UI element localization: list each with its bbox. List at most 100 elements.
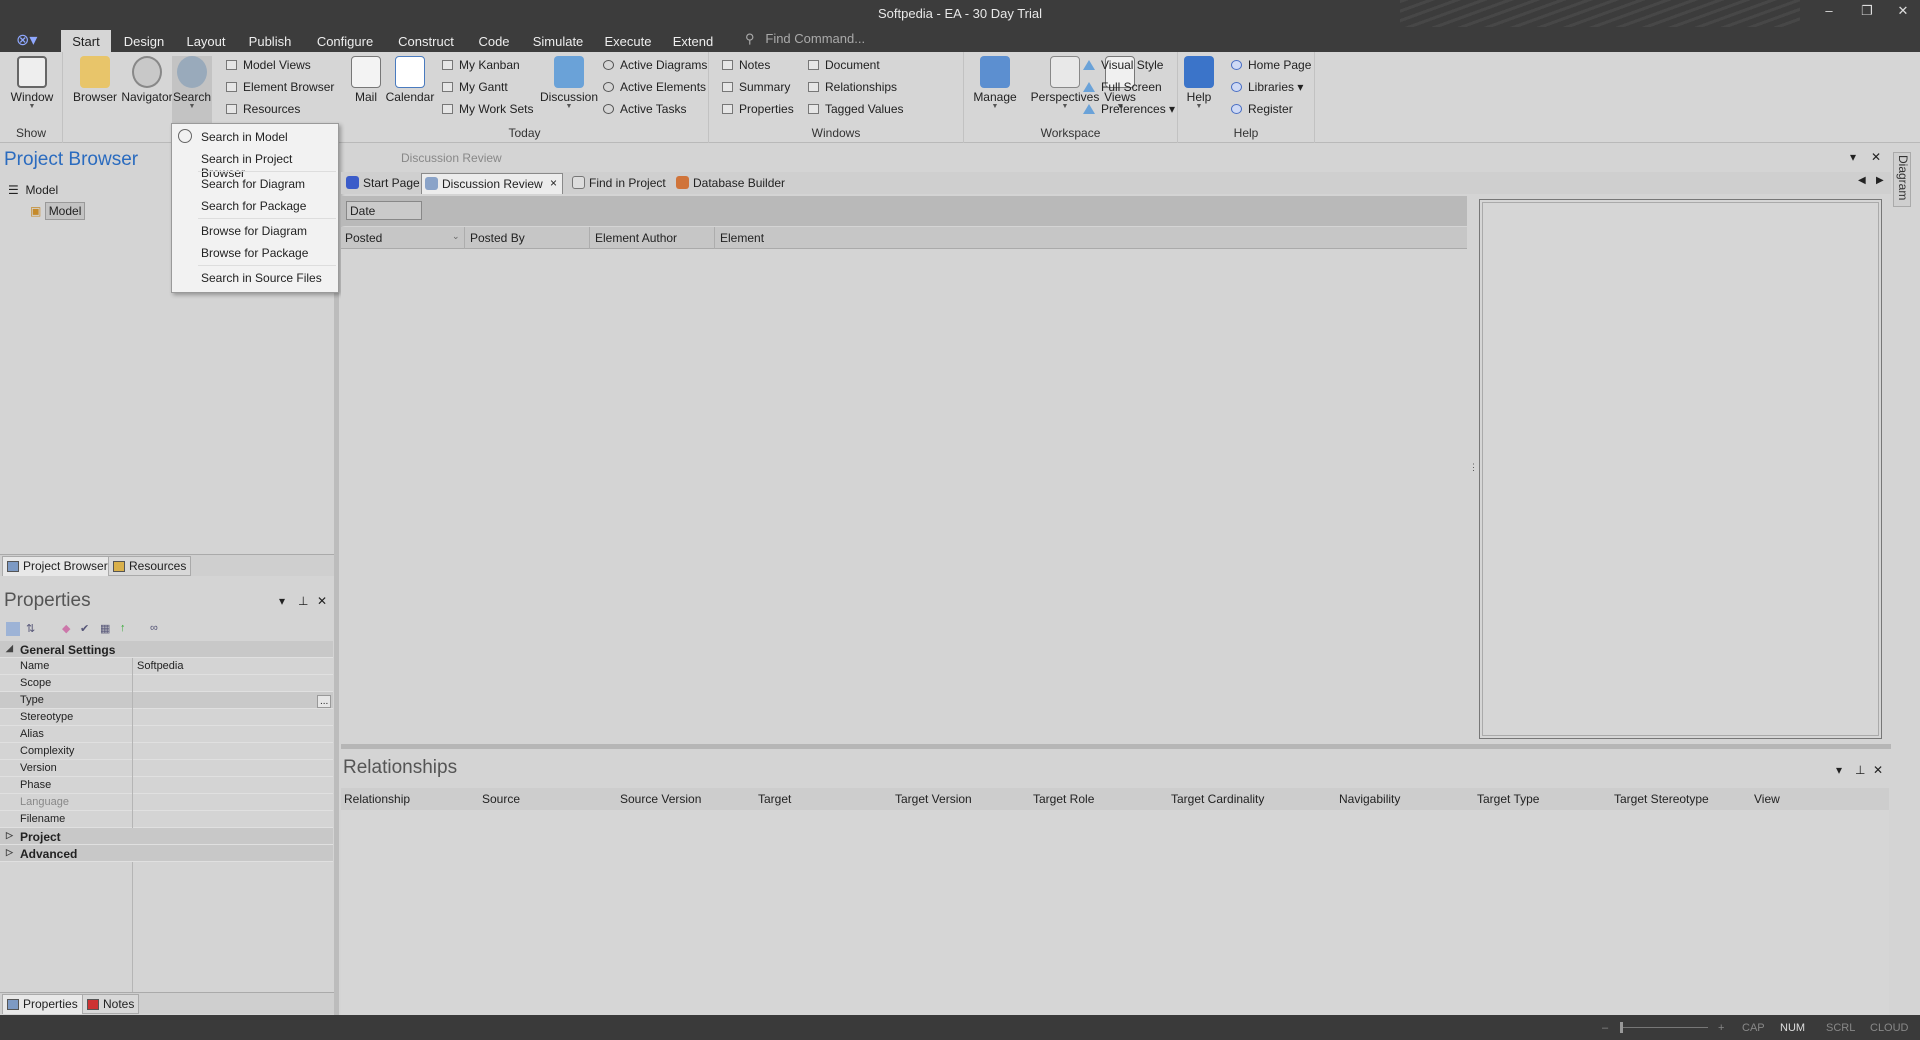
search-button[interactable]: Search ▼ <box>172 56 212 126</box>
property-row[interactable]: Name Softpedia <box>0 658 333 675</box>
tab-start-page[interactable]: Start Page <box>343 173 421 194</box>
section-project[interactable]: ▷ Project <box>0 828 333 845</box>
tab-simulate[interactable]: Simulate <box>531 30 585 52</box>
tab-database-builder[interactable]: Database Builder <box>673 173 793 194</box>
model-views-button[interactable]: Model Views <box>226 58 311 76</box>
tab-properties[interactable]: Properties <box>2 994 83 1014</box>
my-gantt-button[interactable]: My Gantt <box>442 80 508 98</box>
my-work-sets-button[interactable]: My Work Sets <box>442 102 533 120</box>
relationships-button[interactable]: Relationships <box>808 80 897 98</box>
help-button[interactable]: Help ▼ <box>1183 56 1215 110</box>
menu-item-search-in-project-browser[interactable]: Search in Project Browser <box>172 149 338 180</box>
tab-design[interactable]: Design <box>120 30 168 52</box>
active-diagrams-button[interactable]: Active Diagrams <box>603 58 707 76</box>
link-icon[interactable]: ∞ <box>150 622 164 636</box>
tab-discussion-review[interactable]: Discussion Review × <box>421 173 563 194</box>
column-target-stereotype[interactable]: Target Stereotype <box>1614 792 1709 806</box>
register-button[interactable]: Register <box>1231 102 1293 120</box>
column-target-role[interactable]: Target Role <box>1033 792 1094 806</box>
zoom-slider[interactable] <box>1620 1027 1708 1028</box>
properties-close-icon[interactable]: ✕ <box>317 594 327 608</box>
column-element-author[interactable]: Element Author <box>595 231 677 245</box>
menu-item-browse-for-diagram[interactable]: Browse for Diagram <box>172 221 338 241</box>
tab-configure[interactable]: Configure <box>314 30 376 52</box>
column-target-version[interactable]: Target Version <box>895 792 972 806</box>
tab-layout[interactable]: Layout <box>183 30 229 52</box>
navigator-button[interactable]: Navigator <box>117 56 177 104</box>
tab-construct[interactable]: Construct <box>396 30 456 52</box>
visual-style-button[interactable]: Visual Style <box>1083 58 1163 76</box>
up-arrow-icon[interactable]: ↑ <box>120 622 134 636</box>
discussion-button[interactable]: Discussion ▼ <box>539 56 599 110</box>
tab-project-browser[interactable]: Project Browser <box>2 556 113 576</box>
close-window-icon[interactable]: ✕ <box>1888 3 1918 23</box>
column-target-type[interactable]: Target Type <box>1477 792 1539 806</box>
diamond-icon[interactable]: ◆ <box>62 622 76 636</box>
tab-scroll-left-icon[interactable]: ◀ <box>1858 175 1866 186</box>
date-filter-box[interactable]: Date <box>346 201 422 220</box>
tree-root[interactable]: ☰ Model <box>8 183 58 197</box>
resources-button[interactable]: Resources <box>226 102 300 120</box>
find-command-box[interactable]: ⚲ Find Command... <box>745 31 865 47</box>
column-source-version[interactable]: Source Version <box>620 792 701 806</box>
summary-button[interactable]: Summary <box>722 80 790 98</box>
window-button[interactable]: Window ▼ <box>8 56 56 110</box>
tab-execute[interactable]: Execute <box>603 30 653 52</box>
property-row[interactable]: Language <box>0 794 333 811</box>
section-general-settings[interactable]: ◢ General Settings <box>0 641 333 658</box>
properties-pin-icon[interactable]: ⊥ <box>298 594 308 608</box>
property-row[interactable]: Complexity <box>0 743 333 760</box>
zoom-out-button[interactable]: – <box>1602 1022 1608 1034</box>
property-row[interactable]: Scope <box>0 675 333 692</box>
relationships-close-icon[interactable]: ✕ <box>1873 763 1883 777</box>
panel-splitter[interactable]: ⋮ <box>1467 196 1478 744</box>
type-ellipsis-button[interactable]: ... <box>317 695 332 708</box>
app-menu-icon[interactable]: ⊗▾ <box>16 30 46 49</box>
column-view[interactable]: View <box>1754 792 1780 806</box>
active-elements-button[interactable]: Active Elements <box>603 80 706 98</box>
discussion-grid[interactable] <box>341 249 1467 744</box>
property-row[interactable]: Type <box>0 692 333 709</box>
column-posted[interactable]: Posted <box>345 231 382 245</box>
column-relationship[interactable]: Relationship <box>344 792 410 806</box>
restore-icon[interactable]: ❐ <box>1852 3 1882 23</box>
tab-close-icon[interactable]: × <box>550 176 557 190</box>
properties-button[interactable]: Properties <box>722 102 794 120</box>
my-kanban-button[interactable]: My Kanban <box>442 58 520 76</box>
document-button[interactable]: Document <box>808 58 880 76</box>
menu-item-search-in-model[interactable]: Search in Model <box>172 127 338 147</box>
zoom-in-button[interactable]: + <box>1718 1022 1724 1034</box>
doc-dropdown-icon[interactable]: ▾ <box>1850 150 1856 164</box>
tab-publish[interactable]: Publish <box>246 30 294 52</box>
relationships-dropdown-icon[interactable]: ▾ <box>1836 763 1842 777</box>
sort-icon[interactable]: ⇅ <box>26 622 40 636</box>
libraries-button[interactable]: Libraries ▾ <box>1231 80 1303 98</box>
active-tasks-button[interactable]: Active Tasks <box>603 102 686 120</box>
column-posted-by[interactable]: Posted By <box>470 231 525 245</box>
tagged-values-button[interactable]: Tagged Values <box>808 102 904 120</box>
horizontal-splitter[interactable] <box>341 744 1891 749</box>
menu-item-search-for-diagram[interactable]: Search for Diagram <box>172 174 338 194</box>
manage-button[interactable]: Manage ▼ <box>964 56 1026 110</box>
property-row[interactable]: Phase <box>0 777 333 794</box>
property-row[interactable]: Filename <box>0 811 333 828</box>
property-row[interactable]: Alias <box>0 726 333 743</box>
menu-item-search-in-source-files[interactable]: Search in Source Files <box>172 268 338 288</box>
full-screen-button[interactable]: Full Screen <box>1083 80 1162 98</box>
zoom-slider-thumb[interactable] <box>1620 1022 1623 1033</box>
grid-icon[interactable]: ▦ <box>100 622 114 636</box>
relationships-grid[interactable] <box>341 810 1889 1015</box>
tree-item-model[interactable]: ▣ Model <box>30 202 86 220</box>
notes-button[interactable]: Notes <box>722 58 770 76</box>
minimize-icon[interactable]: – <box>1814 3 1844 23</box>
relationships-pin-icon[interactable]: ⊥ <box>1855 763 1865 777</box>
browser-button[interactable]: Browser <box>69 56 121 104</box>
menu-item-search-for-package[interactable]: Search for Package <box>172 196 338 216</box>
properties-dropdown-icon[interactable]: ▾ <box>279 594 285 608</box>
menu-item-browse-for-package[interactable]: Browse for Package <box>172 243 338 263</box>
tab-notes[interactable]: Notes <box>82 994 140 1014</box>
check-icon[interactable]: ✔ <box>80 622 94 636</box>
mail-button[interactable]: Mail <box>346 56 386 104</box>
column-target-cardinality[interactable]: Target Cardinality <box>1171 792 1264 806</box>
calendar-button[interactable]: Calendar <box>385 56 435 104</box>
